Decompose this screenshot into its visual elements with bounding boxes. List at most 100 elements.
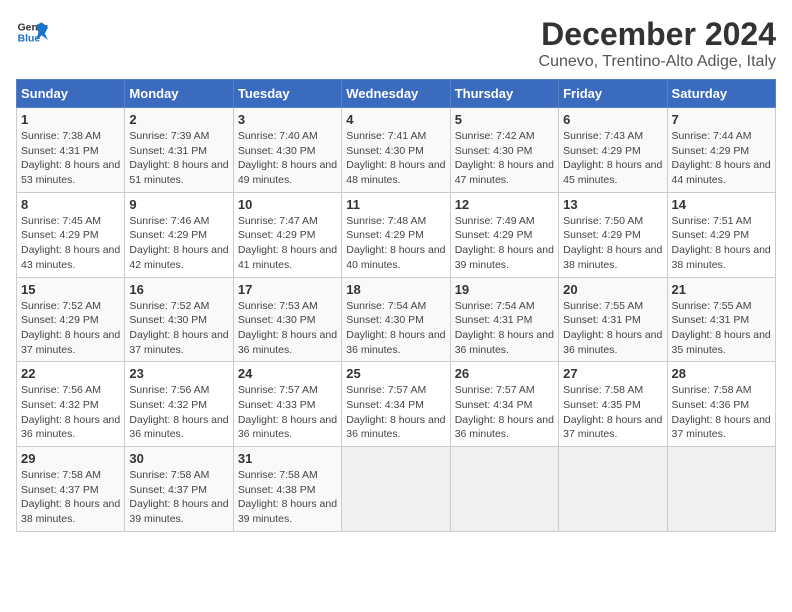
day-number: 26 — [455, 366, 554, 381]
day-detail: Sunrise: 7:58 AMSunset: 4:35 PMDaylight:… — [563, 384, 662, 440]
day-number: 23 — [129, 366, 228, 381]
day-detail: Sunrise: 7:45 AMSunset: 4:29 PMDaylight:… — [21, 215, 120, 271]
weekday-header-sunday: Sunday — [17, 80, 125, 108]
day-number: 29 — [21, 451, 120, 466]
page-title: December 2024 — [539, 16, 776, 53]
calendar-cell: 29 Sunrise: 7:58 AMSunset: 4:37 PMDaylig… — [17, 447, 125, 532]
calendar-week-3: 15 Sunrise: 7:52 AMSunset: 4:29 PMDaylig… — [17, 277, 776, 362]
day-number: 9 — [129, 197, 228, 212]
page-subtitle: Cunevo, Trentino-Alto Adige, Italy — [539, 53, 776, 71]
day-number: 16 — [129, 282, 228, 297]
day-number: 28 — [672, 366, 771, 381]
calendar-cell: 24 Sunrise: 7:57 AMSunset: 4:33 PMDaylig… — [233, 362, 341, 447]
calendar-cell: 17 Sunrise: 7:53 AMSunset: 4:30 PMDaylig… — [233, 277, 341, 362]
day-number: 18 — [346, 282, 445, 297]
logo-icon: General Blue — [16, 16, 48, 48]
weekday-header-friday: Friday — [559, 80, 667, 108]
day-detail: Sunrise: 7:57 AMSunset: 4:34 PMDaylight:… — [455, 384, 554, 440]
calendar-cell: 14 Sunrise: 7:51 AMSunset: 4:29 PMDaylig… — [667, 192, 775, 277]
day-detail: Sunrise: 7:57 AMSunset: 4:33 PMDaylight:… — [238, 384, 337, 440]
day-detail: Sunrise: 7:49 AMSunset: 4:29 PMDaylight:… — [455, 215, 554, 271]
calendar-cell — [450, 447, 558, 532]
calendar-week-4: 22 Sunrise: 7:56 AMSunset: 4:32 PMDaylig… — [17, 362, 776, 447]
weekday-header-wednesday: Wednesday — [342, 80, 450, 108]
day-detail: Sunrise: 7:58 AMSunset: 4:37 PMDaylight:… — [129, 469, 228, 525]
calendar-cell: 5 Sunrise: 7:42 AMSunset: 4:30 PMDayligh… — [450, 108, 558, 193]
day-detail: Sunrise: 7:56 AMSunset: 4:32 PMDaylight:… — [21, 384, 120, 440]
day-detail: Sunrise: 7:58 AMSunset: 4:37 PMDaylight:… — [21, 469, 120, 525]
day-number: 11 — [346, 197, 445, 212]
day-number: 10 — [238, 197, 337, 212]
day-number: 19 — [455, 282, 554, 297]
day-detail: Sunrise: 7:41 AMSunset: 4:30 PMDaylight:… — [346, 130, 445, 186]
day-number: 22 — [21, 366, 120, 381]
weekday-header-tuesday: Tuesday — [233, 80, 341, 108]
day-number: 2 — [129, 112, 228, 127]
day-number: 7 — [672, 112, 771, 127]
day-number: 25 — [346, 366, 445, 381]
day-detail: Sunrise: 7:57 AMSunset: 4:34 PMDaylight:… — [346, 384, 445, 440]
day-number: 6 — [563, 112, 662, 127]
calendar-cell: 15 Sunrise: 7:52 AMSunset: 4:29 PMDaylig… — [17, 277, 125, 362]
calendar-cell — [559, 447, 667, 532]
calendar-cell: 26 Sunrise: 7:57 AMSunset: 4:34 PMDaylig… — [450, 362, 558, 447]
day-number: 20 — [563, 282, 662, 297]
day-number: 8 — [21, 197, 120, 212]
day-number: 24 — [238, 366, 337, 381]
calendar-cell: 6 Sunrise: 7:43 AMSunset: 4:29 PMDayligh… — [559, 108, 667, 193]
calendar-cell: 7 Sunrise: 7:44 AMSunset: 4:29 PMDayligh… — [667, 108, 775, 193]
day-detail: Sunrise: 7:38 AMSunset: 4:31 PMDaylight:… — [21, 130, 120, 186]
day-detail: Sunrise: 7:50 AMSunset: 4:29 PMDaylight:… — [563, 215, 662, 271]
day-number: 4 — [346, 112, 445, 127]
svg-text:Blue: Blue — [18, 34, 41, 45]
day-detail: Sunrise: 7:53 AMSunset: 4:30 PMDaylight:… — [238, 300, 337, 356]
calendar-cell — [342, 447, 450, 532]
day-detail: Sunrise: 7:42 AMSunset: 4:30 PMDaylight:… — [455, 130, 554, 186]
calendar-cell: 25 Sunrise: 7:57 AMSunset: 4:34 PMDaylig… — [342, 362, 450, 447]
day-detail: Sunrise: 7:52 AMSunset: 4:29 PMDaylight:… — [21, 300, 120, 356]
day-number: 21 — [672, 282, 771, 297]
calendar-cell: 8 Sunrise: 7:45 AMSunset: 4:29 PMDayligh… — [17, 192, 125, 277]
weekday-header-thursday: Thursday — [450, 80, 558, 108]
day-number: 1 — [21, 112, 120, 127]
day-number: 14 — [672, 197, 771, 212]
calendar-table: SundayMondayTuesdayWednesdayThursdayFrid… — [16, 79, 776, 532]
day-detail: Sunrise: 7:58 AMSunset: 4:38 PMDaylight:… — [238, 469, 337, 525]
calendar-cell: 3 Sunrise: 7:40 AMSunset: 4:30 PMDayligh… — [233, 108, 341, 193]
calendar-cell: 28 Sunrise: 7:58 AMSunset: 4:36 PMDaylig… — [667, 362, 775, 447]
day-detail: Sunrise: 7:46 AMSunset: 4:29 PMDaylight:… — [129, 215, 228, 271]
day-detail: Sunrise: 7:47 AMSunset: 4:29 PMDaylight:… — [238, 215, 337, 271]
day-detail: Sunrise: 7:54 AMSunset: 4:31 PMDaylight:… — [455, 300, 554, 356]
day-number: 31 — [238, 451, 337, 466]
day-number: 12 — [455, 197, 554, 212]
day-detail: Sunrise: 7:40 AMSunset: 4:30 PMDaylight:… — [238, 130, 337, 186]
calendar-week-1: 1 Sunrise: 7:38 AMSunset: 4:31 PMDayligh… — [17, 108, 776, 193]
calendar-week-2: 8 Sunrise: 7:45 AMSunset: 4:29 PMDayligh… — [17, 192, 776, 277]
day-detail: Sunrise: 7:52 AMSunset: 4:30 PMDaylight:… — [129, 300, 228, 356]
day-detail: Sunrise: 7:58 AMSunset: 4:36 PMDaylight:… — [672, 384, 771, 440]
calendar-cell: 4 Sunrise: 7:41 AMSunset: 4:30 PMDayligh… — [342, 108, 450, 193]
day-detail: Sunrise: 7:54 AMSunset: 4:30 PMDaylight:… — [346, 300, 445, 356]
day-detail: Sunrise: 7:44 AMSunset: 4:29 PMDaylight:… — [672, 130, 771, 186]
day-number: 13 — [563, 197, 662, 212]
calendar-cell: 20 Sunrise: 7:55 AMSunset: 4:31 PMDaylig… — [559, 277, 667, 362]
logo: General Blue — [16, 16, 48, 48]
calendar-cell: 13 Sunrise: 7:50 AMSunset: 4:29 PMDaylig… — [559, 192, 667, 277]
calendar-cell: 30 Sunrise: 7:58 AMSunset: 4:37 PMDaylig… — [125, 447, 233, 532]
title-area: December 2024 Cunevo, Trentino-Alto Adig… — [539, 16, 776, 71]
day-detail: Sunrise: 7:56 AMSunset: 4:32 PMDaylight:… — [129, 384, 228, 440]
calendar-cell: 31 Sunrise: 7:58 AMSunset: 4:38 PMDaylig… — [233, 447, 341, 532]
calendar-cell: 27 Sunrise: 7:58 AMSunset: 4:35 PMDaylig… — [559, 362, 667, 447]
calendar-cell: 22 Sunrise: 7:56 AMSunset: 4:32 PMDaylig… — [17, 362, 125, 447]
calendar-cell: 21 Sunrise: 7:55 AMSunset: 4:31 PMDaylig… — [667, 277, 775, 362]
calendar-cell — [667, 447, 775, 532]
calendar-cell: 1 Sunrise: 7:38 AMSunset: 4:31 PMDayligh… — [17, 108, 125, 193]
day-detail: Sunrise: 7:43 AMSunset: 4:29 PMDaylight:… — [563, 130, 662, 186]
day-number: 15 — [21, 282, 120, 297]
day-detail: Sunrise: 7:51 AMSunset: 4:29 PMDaylight:… — [672, 215, 771, 271]
calendar-cell: 10 Sunrise: 7:47 AMSunset: 4:29 PMDaylig… — [233, 192, 341, 277]
calendar-cell: 19 Sunrise: 7:54 AMSunset: 4:31 PMDaylig… — [450, 277, 558, 362]
day-number: 17 — [238, 282, 337, 297]
weekday-header-monday: Monday — [125, 80, 233, 108]
day-detail: Sunrise: 7:55 AMSunset: 4:31 PMDaylight:… — [672, 300, 771, 356]
